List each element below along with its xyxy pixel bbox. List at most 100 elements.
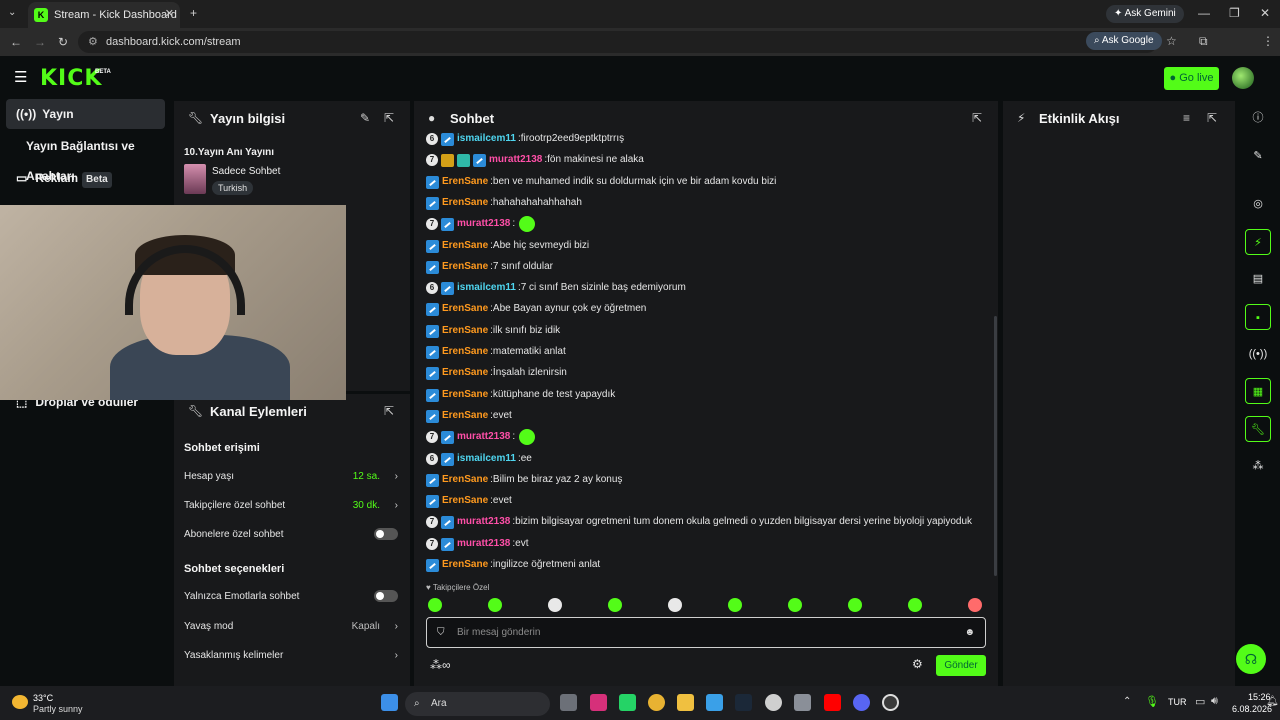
camera-app-icon[interactable] (794, 694, 811, 711)
microphone-icon[interactable]: 🎙︎ (1145, 695, 1159, 708)
emote-1[interactable] (428, 598, 442, 612)
chat-username[interactable]: ErenSane (442, 194, 488, 212)
obs-icon[interactable] (882, 694, 899, 711)
browser-menu-icon[interactable]: ⋮ (1262, 34, 1274, 48)
chat-message[interactable]: ErenSane: 7 sınıf oldular (426, 257, 553, 277)
chat-message[interactable]: ErenSane: İnşalah izlenirsin (426, 363, 567, 383)
input-language[interactable]: TUR (1168, 697, 1187, 707)
banned-words-row[interactable]: Yasaklanmış kelimeler › (184, 650, 400, 661)
taskbar-search[interactable]: ⌕ Ara (405, 692, 550, 716)
popout-icon[interactable]: ⇱ (972, 111, 982, 125)
popout-icon[interactable]: ⇱ (384, 404, 394, 418)
site-info-icon[interactable]: ⚙ (88, 31, 98, 53)
network-icon[interactable]: ▭ (1195, 695, 1205, 708)
chat-username[interactable]: ErenSane (442, 173, 488, 191)
emote-4[interactable] (608, 598, 622, 612)
wrench-rail-icon[interactable]: 🔧︎ (1245, 416, 1271, 442)
broadcast-rail-icon[interactable]: ((•)) (1245, 341, 1271, 367)
tab-close-icon[interactable]: ✕ (165, 7, 174, 20)
chat-message[interactable]: 7 muratt2138: (426, 427, 536, 447)
tab-search-icon[interactable]: ⌄ (8, 7, 16, 18)
back-icon[interactable]: ← (10, 35, 22, 49)
notification-bell-icon[interactable]: 🔔︎ (1266, 696, 1279, 707)
sidebar-item-stream-key[interactable]: Yayın Bağlantısı ve Anahtarı (6, 131, 165, 183)
store-icon[interactable] (706, 694, 723, 711)
chat-message[interactable]: 6 ismailcem11: 7 ci sınıf Ben sizinle baş… (426, 278, 686, 298)
chat-rail-icon[interactable]: ▪ (1245, 304, 1271, 330)
emoji-picker-icon[interactable]: ☻ (964, 618, 975, 647)
go-live-button[interactable]: ● Go live (1164, 67, 1219, 90)
kick-logo[interactable]: KICK (40, 66, 102, 91)
chat-username[interactable]: muratt2138 (457, 428, 510, 446)
youtube-icon[interactable] (824, 694, 841, 711)
forward-icon[interactable]: → (34, 35, 46, 49)
chat-username[interactable]: ErenSane (442, 343, 488, 361)
chat-message[interactable]: ErenSane: Bilim be biraz yaz 2 ay konuş (426, 470, 622, 490)
chat-input[interactable]: ⛉ Bir mesaj gönderin ☻ (426, 617, 986, 648)
volume-icon[interactable]: 🔊︎ (1211, 695, 1218, 708)
chat-username[interactable]: ErenSane (442, 471, 488, 489)
chatgpt-icon[interactable] (765, 694, 782, 711)
document-icon[interactable]: ▤ (1245, 266, 1271, 292)
chat-username[interactable]: ErenSane (442, 300, 488, 318)
emote-2[interactable] (488, 598, 502, 612)
chat-username[interactable]: ismailcem11 (457, 450, 516, 468)
emote-9[interactable] (908, 598, 922, 612)
chat-username[interactable]: ErenSane (442, 237, 488, 255)
task-view-icon[interactable] (560, 694, 577, 711)
chat-username[interactable]: ErenSane (442, 364, 488, 382)
chat-username[interactable]: ismailcem11 (457, 279, 516, 297)
chat-message[interactable]: 7 muratt2138: bizim bilgisayar ogretmeni … (426, 512, 972, 532)
chat-username[interactable]: ErenSane (442, 322, 488, 340)
new-tab-icon[interactable]: + (190, 6, 197, 20)
chat-username[interactable]: ErenSane (442, 407, 488, 425)
chat-settings-gear-icon[interactable]: ⚙ (912, 657, 923, 671)
points-rail-icon[interactable]: ⁂ (1245, 453, 1271, 479)
chat-username[interactable]: ismailcem11 (457, 130, 516, 148)
chat-message[interactable]: 6 ismailcem11: ee (426, 449, 532, 469)
chat-message[interactable]: ErenSane: matematiki anlat (426, 342, 566, 362)
chat-message[interactable]: ErenSane: hahahahahahhahah (426, 193, 582, 213)
emote-7[interactable] (788, 598, 802, 612)
pencil-icon[interactable]: ✎ (1245, 143, 1271, 169)
weather-sun-icon[interactable] (12, 695, 28, 709)
chat-message[interactable]: ErenSane: kütüphane de test yapaydık (426, 385, 615, 405)
support-headset-icon[interactable]: ☊ (1236, 644, 1266, 674)
send-button[interactable]: Gönder (936, 655, 986, 676)
instagram-icon[interactable] (590, 694, 607, 711)
maximize-icon[interactable]: ❐ (1229, 6, 1240, 20)
windows-start-icon[interactable] (381, 694, 398, 711)
ask-gemini-button[interactable]: ✦ Ask Gemini (1106, 5, 1184, 23)
emote-6[interactable] (728, 598, 742, 612)
tray-chevron-icon[interactable]: ⌃ (1123, 696, 1131, 707)
chat-username[interactable]: ErenSane (442, 386, 488, 404)
chrome-icon[interactable] (648, 694, 665, 711)
followers-only-row[interactable]: Takipçilere özel sohbet 30 dk. › (184, 500, 400, 511)
chat-message[interactable]: 7 muratt2138: fön makinesi ne alaka (426, 150, 644, 170)
window-close-icon[interactable]: ✕ (1260, 6, 1270, 20)
chat-message[interactable]: 6 ismailcem11: firootrp2eed9eptktptrrış (426, 129, 624, 149)
bookmark-star-icon[interactable]: ☆ (1166, 34, 1177, 48)
emote-8[interactable] (848, 598, 862, 612)
chat-scrollbar[interactable] (994, 316, 997, 576)
minimize-icon[interactable]: — (1198, 6, 1210, 20)
chat-username[interactable]: muratt2138 (457, 535, 510, 553)
chat-username[interactable]: ErenSane (442, 556, 488, 574)
info-icon[interactable]: ⓘ (1245, 105, 1271, 131)
steam-icon[interactable] (735, 694, 752, 711)
chat-message[interactable]: ErenSane: Abe Bayan aynur çok ey öğretme… (426, 299, 646, 319)
lightning-rail-icon[interactable]: ⚡︎ (1245, 229, 1271, 255)
chat-message[interactable]: ErenSane: Abe hiç sevmeydi bizi (426, 236, 589, 256)
whatsapp-icon[interactable] (619, 694, 636, 711)
chat-message[interactable]: ErenSane: ilk sınıfı biz idik (426, 321, 560, 341)
subscribers-only-toggle[interactable] (374, 528, 398, 540)
chat-username[interactable]: muratt2138 (457, 513, 510, 531)
points-icon[interactable]: ⁂∞ (430, 658, 451, 672)
camera-frame-icon[interactable]: ◎ (1245, 191, 1271, 217)
chat-message[interactable]: ErenSane: evet (426, 406, 512, 426)
chat-username[interactable]: ErenSane (442, 258, 488, 276)
reload-icon[interactable]: ↻ (58, 35, 68, 49)
popout-icon[interactable]: ⇱ (384, 111, 394, 125)
chat-message[interactable]: 7 muratt2138: evt (426, 534, 528, 554)
file-explorer-icon[interactable] (677, 694, 694, 711)
